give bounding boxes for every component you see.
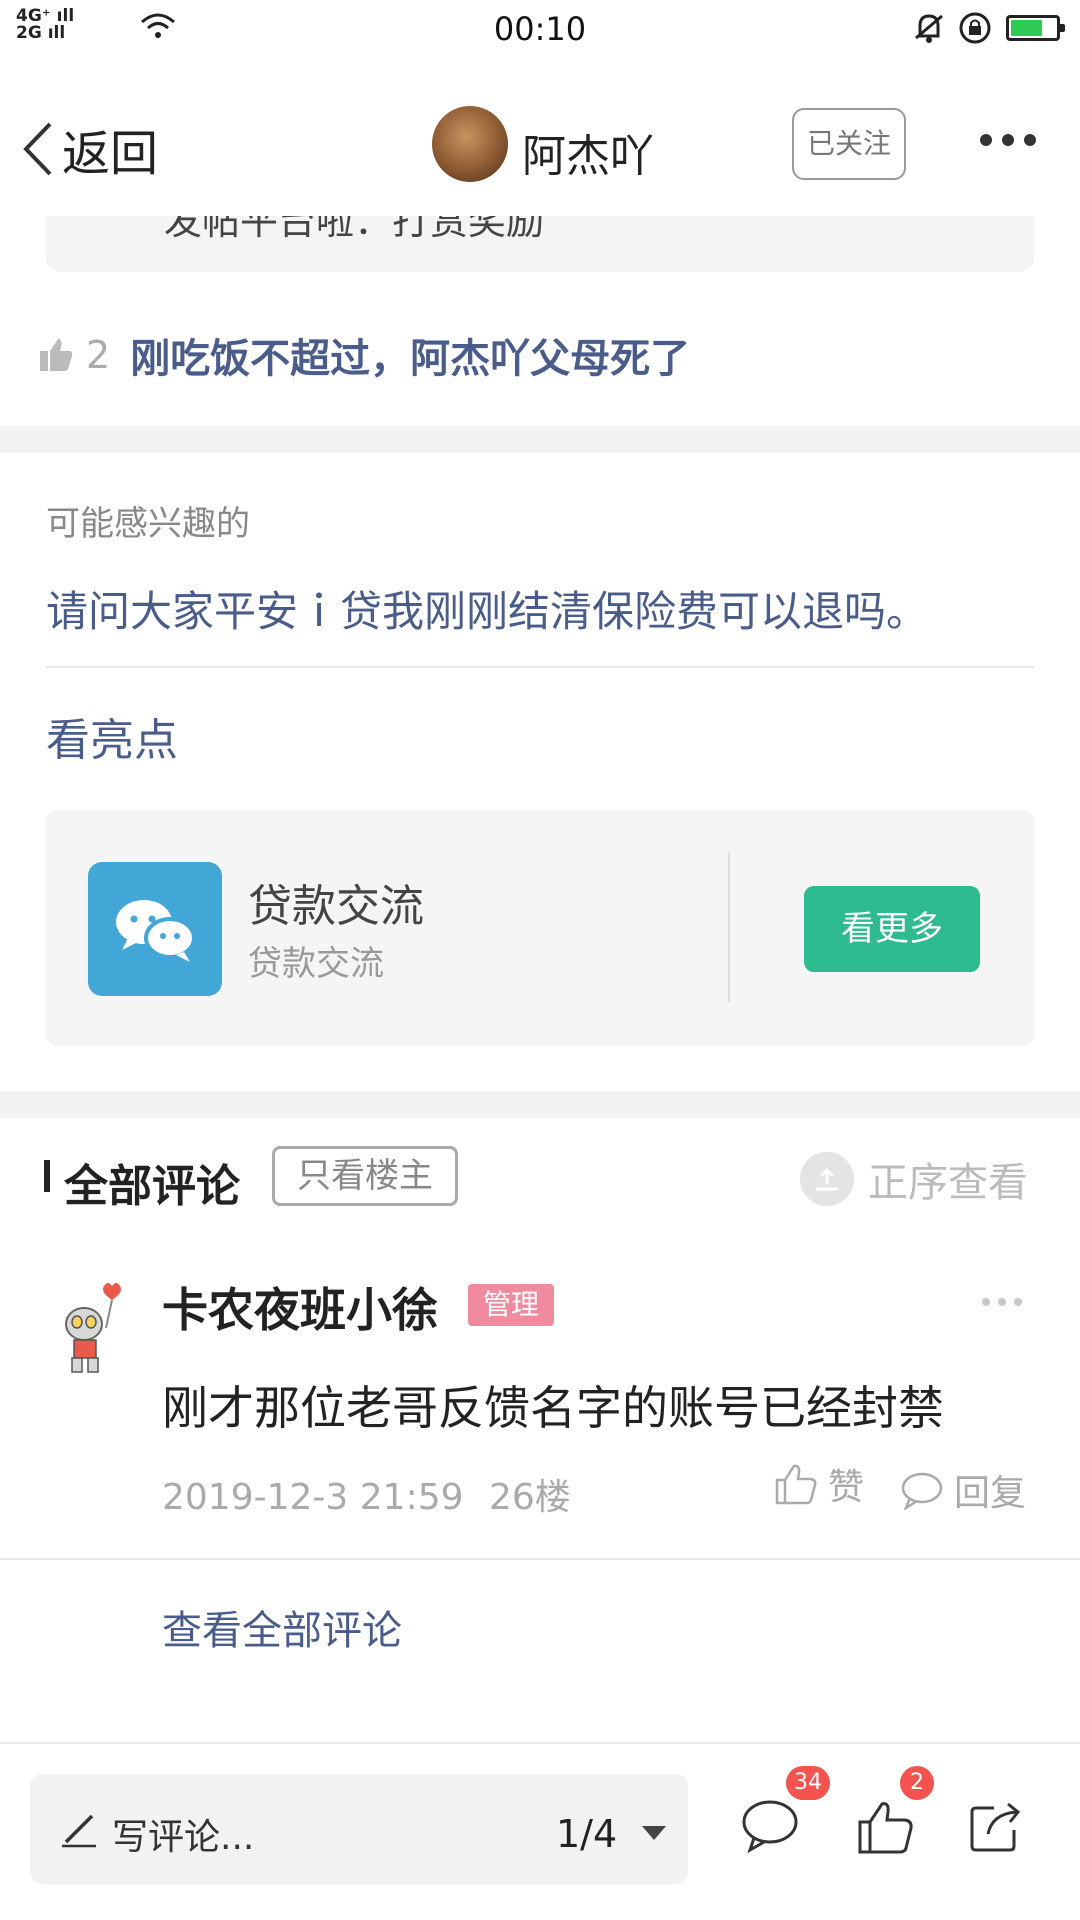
section-divider <box>0 426 1080 452</box>
highlights-title: 看亮点 <box>46 715 178 766</box>
commenter-avatar[interactable] <box>52 1280 138 1380</box>
reply-label: 回复 <box>954 1473 1027 1514</box>
thumbs-up-icon <box>775 1464 817 1505</box>
thumbs-up-icon <box>858 1802 913 1854</box>
post-highlight-row[interactable]: 2 刚吃饭不超过，阿杰吖父母死了 <box>38 326 690 384</box>
rotation-lock-icon <box>959 12 991 44</box>
back-label: 返回 <box>62 126 159 182</box>
thumbs-up-icon[interactable] <box>38 337 74 373</box>
share-button[interactable] <box>968 1798 1026 1858</box>
sort-label: 正序查看 <box>868 1160 1028 1206</box>
interest-section-title: 可能感兴趣的 <box>46 504 250 544</box>
comment-floor: 26楼 <box>488 1477 571 1518</box>
comments-title: 全部评论 <box>64 1161 240 1212</box>
group-subtitle: 贷款交流 <box>248 944 384 984</box>
author-name[interactable]: 阿杰吖 <box>522 120 654 184</box>
pencil-icon <box>62 1814 96 1848</box>
more-options-icon[interactable] <box>980 134 1036 146</box>
follow-button[interactable]: 已关注 <box>792 108 906 180</box>
comment-meta: 2019-12-3 21:59 26楼 <box>162 1468 571 1520</box>
write-comment-input[interactable]: 写评论... 1/4 <box>30 1774 688 1884</box>
like-post-button[interactable] <box>856 1798 916 1860</box>
bottom-bar: 写评论... 1/4 34 2 <box>0 1742 1080 1920</box>
like-label: 赞 <box>828 1467 865 1508</box>
page-indicator[interactable]: 1/4 <box>556 1812 617 1856</box>
comments-header: 全部评论 只看楼主 正序查看 <box>0 1146 1080 1212</box>
like-count: 2 <box>86 333 111 377</box>
share-icon <box>970 1802 1021 1852</box>
section-divider <box>0 1092 1080 1118</box>
sort-order-button[interactable]: 正序查看 <box>800 1150 1028 1208</box>
status-bar: 4G⁺ ıll 2G ıll 00:10 <box>0 0 1080 56</box>
divider <box>0 1558 1080 1560</box>
group-card[interactable]: 贷款交流 贷款交流 看更多 <box>46 810 1034 1046</box>
battery-charging-icon <box>1006 15 1065 41</box>
author-avatar[interactable] <box>432 106 508 182</box>
admin-badge: 管理 <box>468 1284 554 1326</box>
divider <box>46 666 1034 668</box>
speech-bubble-icon <box>901 1472 943 1510</box>
sort-icon <box>800 1152 854 1206</box>
status-icons <box>914 10 1065 46</box>
section-marker <box>44 1160 50 1192</box>
write-placeholder: 写评论... <box>112 1817 255 1858</box>
group-chat-icon <box>88 862 222 996</box>
top-nav-bar: 返回 阿杰吖 已关注 <box>0 84 1080 204</box>
comments-button[interactable] <box>740 1798 800 1858</box>
see-more-button[interactable]: 看更多 <box>804 886 980 972</box>
quoted-post-text: 发帖平台啦：打赏奖励 <box>164 216 545 243</box>
group-name: 贷款交流 <box>248 881 424 932</box>
commenter-name[interactable]: 卡农夜班小徐 <box>162 1274 438 1340</box>
comment-like-button[interactable]: 赞 <box>774 1458 864 1510</box>
view-all-comments-link[interactable]: 查看全部评论 <box>162 1598 402 1656</box>
comment-more-icon[interactable] <box>982 1298 1022 1306</box>
chevron-left-icon <box>23 122 52 176</box>
comment-text: 刚才那位老哥反馈名字的账号已经封禁 <box>162 1381 944 1435</box>
comment-icon <box>742 1800 798 1854</box>
card-divider <box>728 852 730 1002</box>
back-button[interactable]: 返回 <box>20 114 158 184</box>
comment-time: 2019-12-3 21:59 <box>162 1477 464 1518</box>
comment-count-badge: 34 <box>786 1766 830 1800</box>
op-only-button[interactable]: 只看楼主 <box>272 1146 458 1206</box>
quoted-post-box: 发帖平台啦：打赏奖励 <box>46 216 1034 272</box>
caret-down-icon[interactable] <box>642 1826 666 1840</box>
comment-reply-button[interactable]: 回复 <box>900 1464 1026 1516</box>
interest-link[interactable]: 请问大家平安ｉ贷我刚刚结清保险费可以退吗。 <box>46 578 928 639</box>
highlight-reply-text[interactable]: 刚吃饭不超过，阿杰吖父母死了 <box>130 326 690 384</box>
mute-icon <box>915 14 943 43</box>
like-count-badge: 2 <box>900 1766 934 1800</box>
